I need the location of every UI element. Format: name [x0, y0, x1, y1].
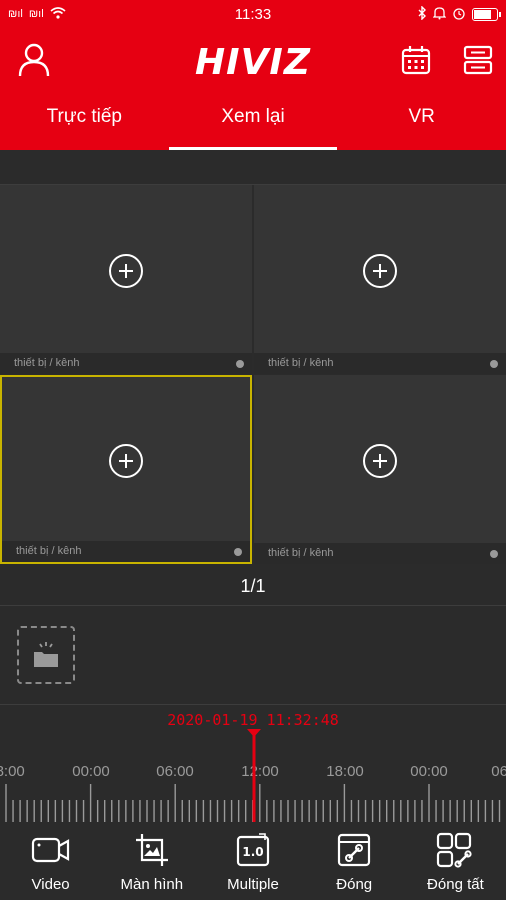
- playback-timeline[interactable]: 2020-01-19 11:32:48 18:00 00:00 06:00 12…: [0, 704, 506, 823]
- close-link-icon: [304, 830, 405, 870]
- folder-icon: [32, 640, 62, 675]
- tab-playback[interactable]: Xem lại: [168, 92, 338, 150]
- toolbar-label: Màn hình: [120, 876, 184, 893]
- video-camera-icon: [0, 830, 101, 870]
- video-cell[interactable]: thiết bị / kênh: [0, 185, 252, 374]
- bluetooth-icon: [417, 4, 427, 23]
- calendar-icon[interactable]: [394, 38, 438, 82]
- bottom-toolbar: Video Màn hình 1.0 Multiple Đóng Đóng tấ…: [0, 822, 506, 900]
- tab-vr[interactable]: VR: [337, 92, 506, 150]
- device-list-icon[interactable]: [456, 38, 500, 82]
- bell-icon: [432, 6, 447, 23]
- timeline-label: 18:00: [0, 763, 25, 780]
- status-bar: ₪ıl ₪ıl 11:33: [0, 0, 506, 28]
- battery-icon: [472, 7, 501, 21]
- video-cell[interactable]: thiết bị / kênh: [254, 185, 506, 374]
- toolbar-label: Multiple: [227, 876, 279, 893]
- status-left: ₪ıl ₪ıl: [8, 6, 148, 22]
- cell-caption: thiết bị / kênh: [254, 543, 506, 564]
- close-button[interactable]: Đóng: [304, 822, 405, 900]
- video-record-button[interactable]: Video: [0, 822, 101, 900]
- signal-icon-2: ₪ıl: [28, 8, 44, 20]
- cell-caption: thiết bị / kênh: [2, 541, 250, 562]
- playback-speed-button[interactable]: 1.0 Multiple: [202, 822, 303, 900]
- timeline-label: 00:00: [410, 763, 448, 780]
- cell-caption: thiết bị / kênh: [0, 353, 252, 374]
- status-dot: [236, 360, 244, 368]
- video-cell[interactable]: thiết bị / kênh: [254, 375, 506, 564]
- wifi-icon: [50, 6, 66, 22]
- timeline-label: 18:00: [326, 763, 364, 780]
- signal-icon: ₪ıl: [8, 8, 23, 20]
- screenshot-icon: [101, 830, 202, 870]
- status-time: 11:33: [234, 5, 272, 23]
- toolbar-label: Đóng: [336, 876, 373, 893]
- cell-caption: thiết bị / kênh: [254, 353, 506, 374]
- tab-live[interactable]: Trực tiếp: [0, 92, 169, 150]
- svg-text:1.0: 1.0: [242, 845, 263, 859]
- add-channel-icon[interactable]: [109, 443, 143, 478]
- status-dot: [490, 550, 498, 558]
- close-all-button[interactable]: Đóng tất: [405, 822, 506, 900]
- add-channel-icon[interactable]: [363, 253, 397, 288]
- status-right: [358, 4, 501, 23]
- screenshot-button[interactable]: Màn hình: [101, 822, 202, 900]
- app-header: HIVIZ Trực tiếp Xem lại VR: [0, 28, 506, 150]
- timeline-cursor[interactable]: [244, 725, 264, 823]
- add-channel-icon[interactable]: [363, 443, 397, 478]
- close-all-icon: [405, 830, 506, 870]
- tab-bar: Trực tiếp Xem lại VR: [0, 92, 506, 150]
- video-grid: thiết bị / kênh thiết bị / kênh thiết bị…: [0, 184, 506, 564]
- status-dot: [234, 548, 242, 556]
- timeline-label: 00:00: [72, 763, 110, 780]
- toolbar-label: Đóng tất: [427, 876, 484, 893]
- toolbar-label: Video: [31, 876, 70, 893]
- timeline-label: 06:00: [156, 763, 194, 780]
- status-dot: [490, 360, 498, 368]
- add-channel-icon[interactable]: [109, 253, 143, 288]
- video-cell-selected[interactable]: thiết bị / kênh: [0, 375, 252, 564]
- speed-icon: 1.0: [202, 830, 303, 870]
- page-indicator: 1/1: [0, 566, 506, 606]
- timeline-label: 06:00: [491, 763, 506, 780]
- recording-folder-button[interactable]: [17, 626, 75, 684]
- alarm-icon: [452, 6, 466, 23]
